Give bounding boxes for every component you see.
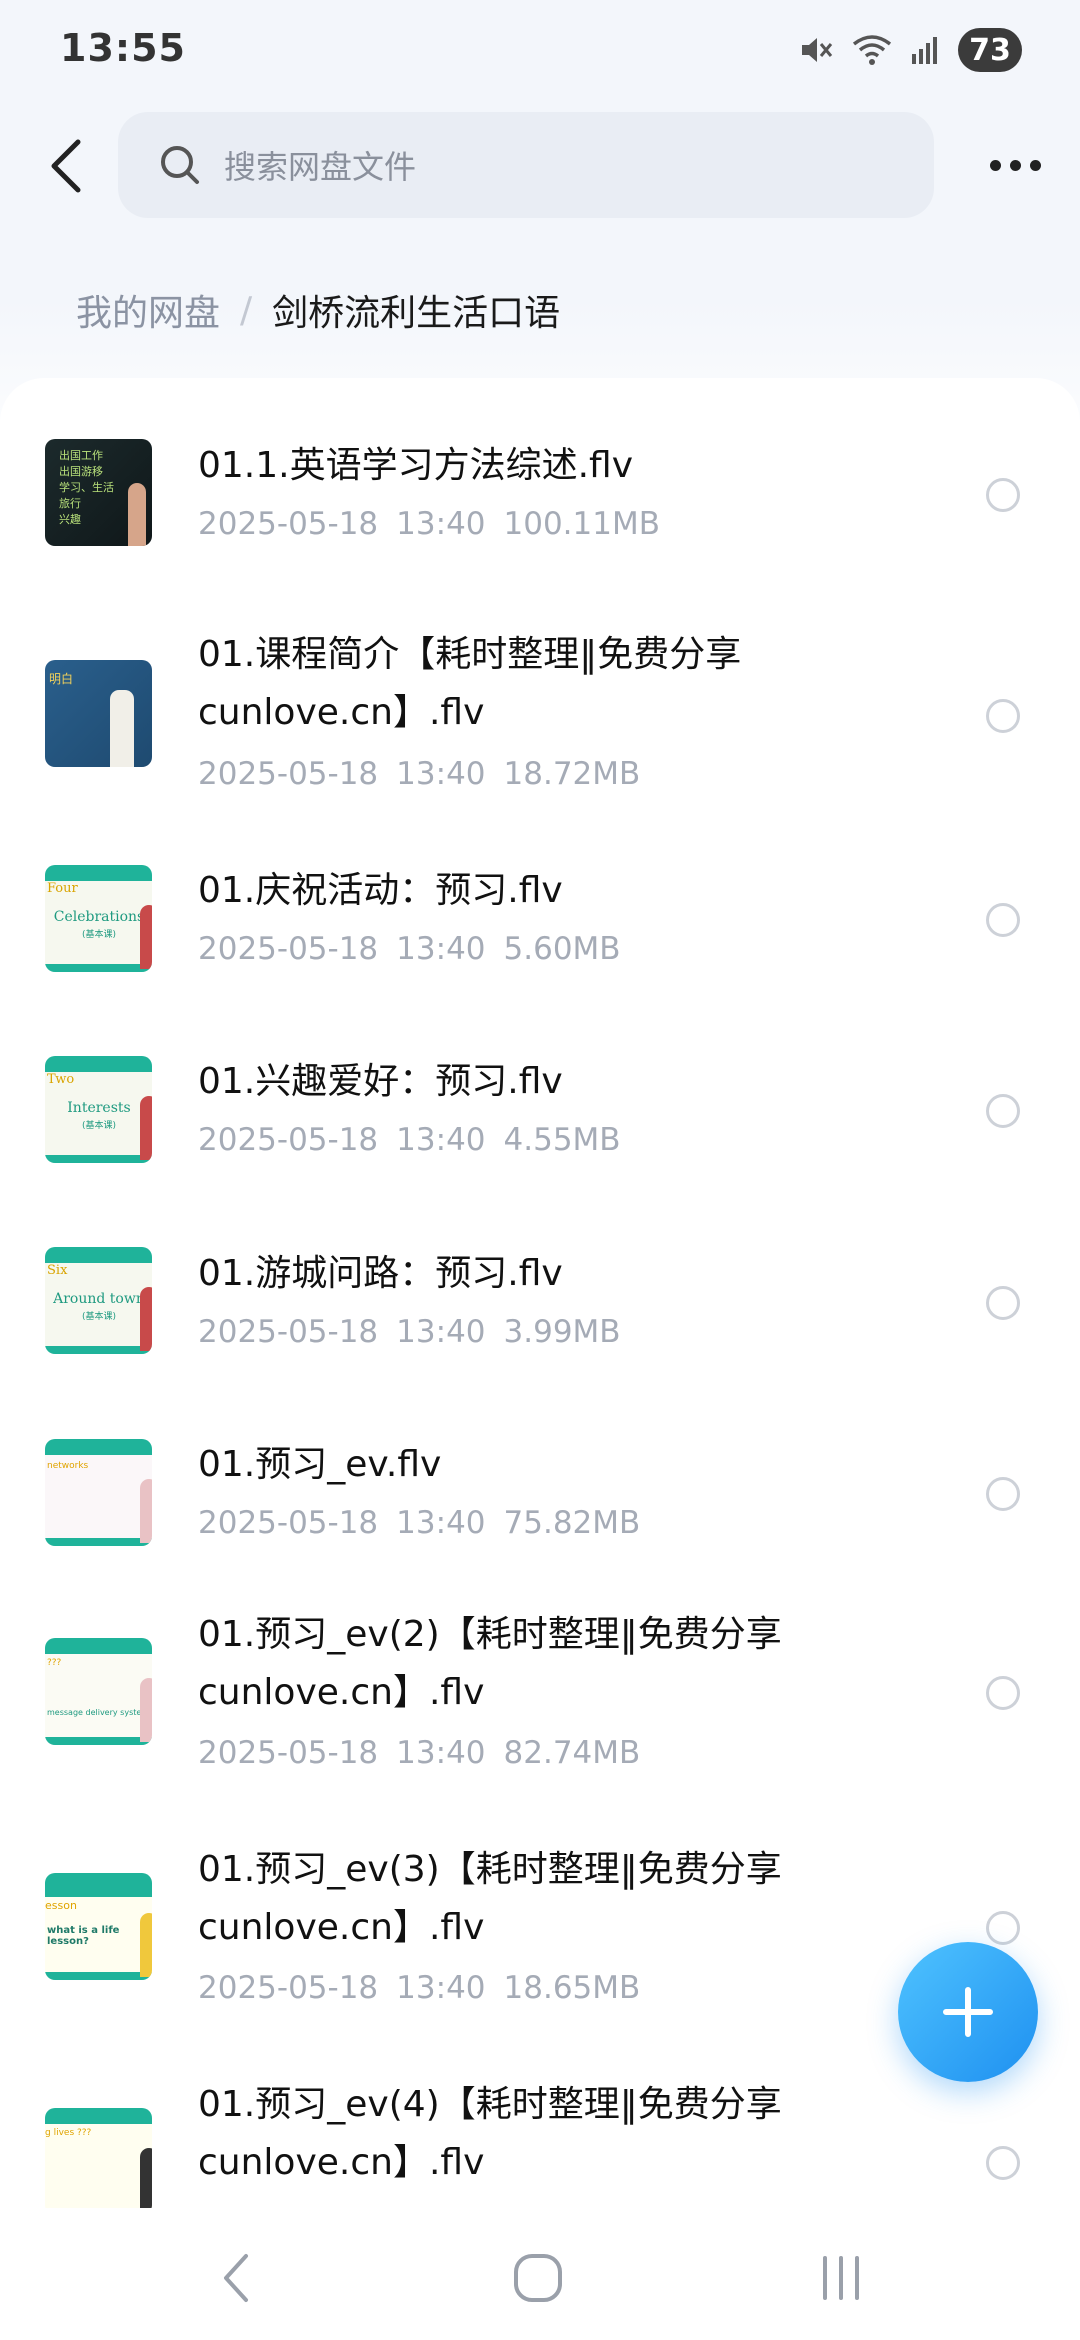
video-thumbnail: g lives ??? xyxy=(45,2108,152,2208)
back-button[interactable] xyxy=(36,130,96,202)
battery-indicator: 73 xyxy=(958,28,1022,72)
more-options-button[interactable] xyxy=(980,135,1050,195)
search-placeholder: 搜索网盘文件 xyxy=(224,148,417,186)
nav-home-button[interactable] xyxy=(498,2238,578,2318)
select-radio[interactable] xyxy=(986,1094,1020,1128)
file-meta: 2025-05-18 13:40 5.60MB xyxy=(198,931,621,967)
status-icons: 73 xyxy=(798,28,1022,72)
select-radio[interactable] xyxy=(986,1911,1020,1945)
status-time: 13:55 xyxy=(60,26,186,70)
home-nav-icon xyxy=(514,2254,562,2302)
file-name: 01.1.英语学习方法综述.flv xyxy=(198,445,634,486)
search-input[interactable]: 搜索网盘文件 xyxy=(118,112,934,218)
search-icon xyxy=(161,146,199,184)
file-meta: 2025-05-18 13:40 3.99MB xyxy=(198,1314,621,1350)
list-item[interactable]: networks 01.预习_ev.flv 2025-05-18 13:40 75.… xyxy=(0,1366,1080,1558)
breadcrumb-root[interactable]: 我的网盘 xyxy=(76,284,220,336)
video-thumbnail: networks xyxy=(45,1439,152,1546)
video-thumbnail: Two Interests (基本课) xyxy=(45,1056,152,1163)
nav-back-button[interactable] xyxy=(196,2238,276,2318)
file-meta: 2025-05-18 13:40 75.82MB xyxy=(198,1505,641,1541)
select-radio[interactable] xyxy=(986,478,1020,512)
file-name: 01.预习_ev.flv xyxy=(198,1444,442,1485)
file-name: 01.预习_ev(4)【耗时整理‖免费分享cunlove.cn】.flv xyxy=(198,2084,782,2183)
list-item[interactable]: ??? message delivery system 01.预习_ev(2)【… xyxy=(0,1558,1080,1793)
file-meta: 2025-05-18 13:40 18.72MB xyxy=(198,756,641,792)
chevron-left-icon xyxy=(51,139,81,193)
recents-nav-icon xyxy=(823,2256,859,2300)
mute-icon xyxy=(802,38,833,62)
video-thumbnail: 出国工作 出国游移 学习、生活 旅行 兴趣 xyxy=(45,439,152,546)
video-thumbnail: 明白 xyxy=(45,660,152,767)
select-radio[interactable] xyxy=(986,1286,1020,1320)
video-thumbnail: ??? message delivery system xyxy=(45,1638,152,1745)
breadcrumb-current: 剑桥流利生活口语 xyxy=(272,293,561,334)
list-item[interactable]: Six Around town (基本课) 01.游城问路：预习.flv 202… xyxy=(0,1175,1080,1366)
status-bar: 13:55 73 xyxy=(0,0,1080,100)
video-thumbnail: Six Around town (基本课) xyxy=(45,1247,152,1354)
select-radio[interactable] xyxy=(986,1676,1020,1710)
add-button[interactable] xyxy=(898,1942,1038,2082)
file-name: 01.预习_ev(2)【耗时整理‖免费分享cunlove.cn】.flv xyxy=(198,1614,782,1713)
list-item[interactable]: Two Interests (基本课) 01.兴趣爱好：预习.flv 2025-… xyxy=(0,983,1080,1175)
list-item[interactable]: 出国工作 出国游移 学习、生活 旅行 兴趣 01.1.英语学习方法综述.flv … xyxy=(0,378,1080,578)
more-dot-icon xyxy=(1029,159,1041,171)
system-nav-bar xyxy=(0,2208,1080,2340)
file-name: 01.预习_ev(3)【耗时整理‖免费分享cunlove.cn】.flv xyxy=(198,1849,782,1948)
breadcrumb-separator: / xyxy=(240,289,253,331)
file-name: 01.课程简介【耗时整理‖免费分享cunlove.cn】.flv xyxy=(198,634,742,733)
video-thumbnail: Four Celebrations (基本课) xyxy=(45,865,152,972)
nav-recents-button[interactable] xyxy=(801,2238,881,2318)
file-meta: 2025-05-18 13:40 100.11MB xyxy=(198,506,660,542)
select-radio[interactable] xyxy=(986,2146,1020,2180)
select-radio[interactable] xyxy=(986,699,1020,733)
file-meta: 2025-05-18 13:40 18.65MB xyxy=(198,1970,641,2006)
file-name: 01.兴趣爱好：预习.flv xyxy=(198,1061,563,1102)
list-item[interactable]: Four Celebrations (基本课) 01.庆祝活动：预习.flv 2… xyxy=(0,793,1080,983)
plus-icon xyxy=(943,1987,993,2037)
file-name: 01.游城问路：预习.flv xyxy=(198,1253,563,1294)
signal-icon xyxy=(912,37,937,64)
back-nav-icon xyxy=(224,2254,248,2302)
file-meta: 2025-05-18 13:40 4.55MB xyxy=(198,1122,621,1158)
video-thumbnail: esson what is a life lesson? xyxy=(45,1873,152,1980)
breadcrumb: 我的网盘 / 剑桥流利生活口语 xyxy=(76,284,560,336)
wifi-icon xyxy=(852,35,892,65)
more-dot-icon xyxy=(1009,159,1021,171)
select-radio[interactable] xyxy=(986,1477,1020,1511)
more-dot-icon xyxy=(989,159,1001,171)
file-meta: 2025-05-18 13:40 82.74MB xyxy=(198,1735,641,1771)
file-list: 出国工作 出国游移 学习、生活 旅行 兴趣 01.1.英语学习方法综述.flv … xyxy=(0,378,1080,2208)
list-item[interactable]: 明白 01.课程简介【耗时整理‖免费分享cunlove.cn】.flv 2025… xyxy=(0,578,1080,793)
select-radio[interactable] xyxy=(986,903,1020,937)
file-name: 01.庆祝活动：预习.flv xyxy=(198,870,563,911)
